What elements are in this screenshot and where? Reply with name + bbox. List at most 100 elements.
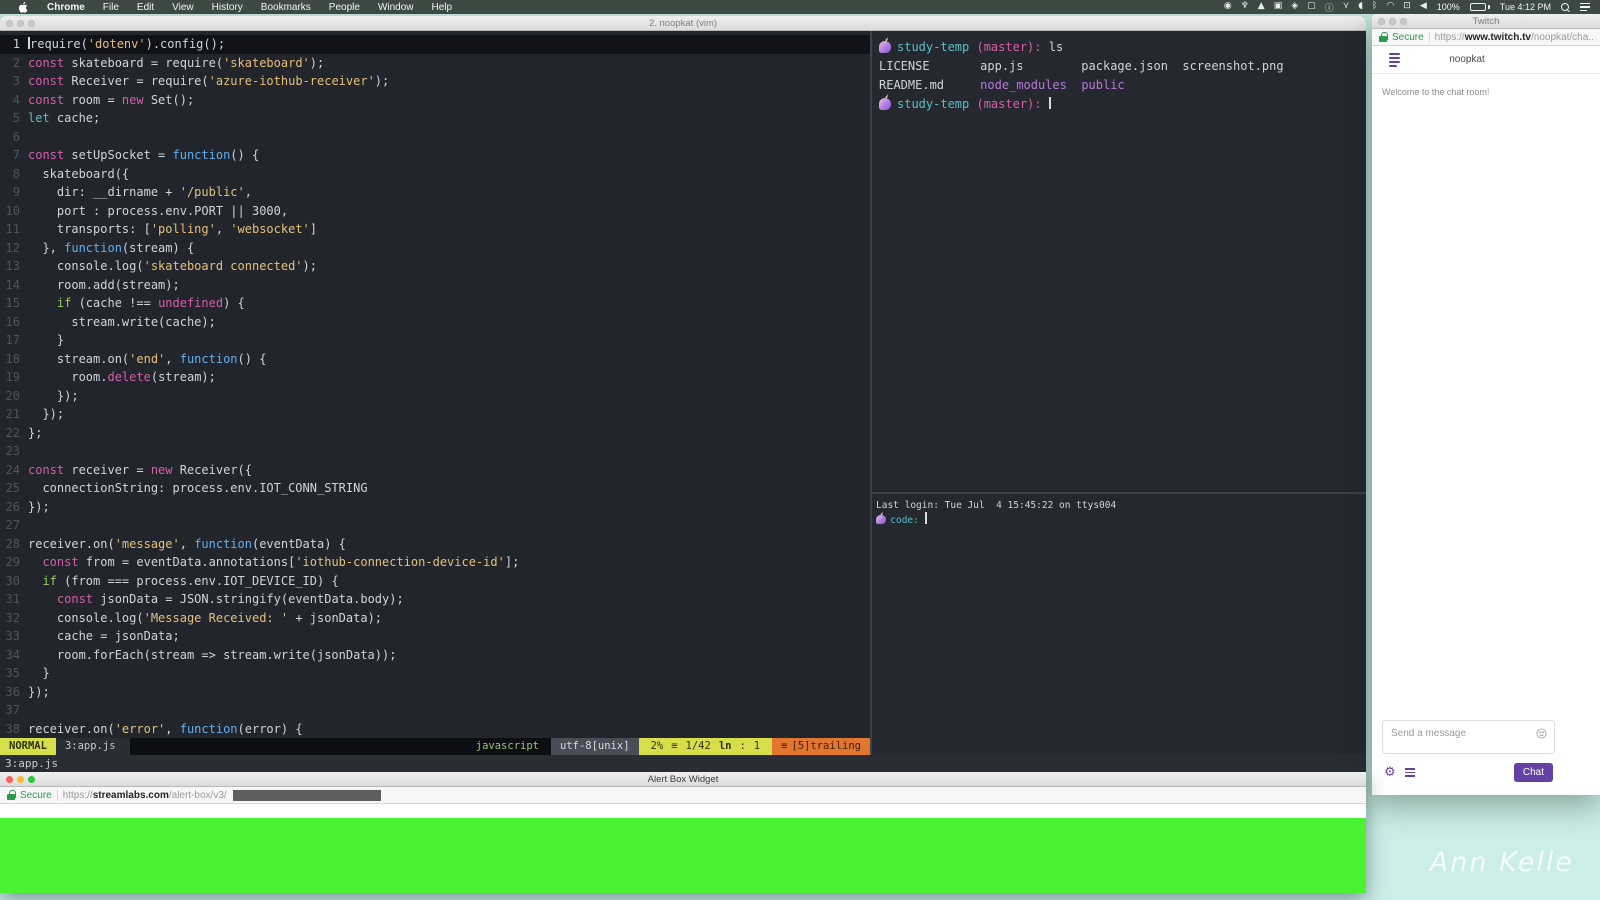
line-number: 25 — [5, 481, 20, 495]
code-token: code: — [890, 515, 925, 526]
right-panes: study-temp (master): ls LICENSE app.js pa… — [872, 31, 1366, 755]
emote-picker-icon[interactable] — [1536, 728, 1547, 739]
code-token: + jsonData); — [288, 610, 383, 625]
code-token: README.md — [879, 78, 981, 92]
twitch-url[interactable]: https://www.twitch.tv/noopkat/cha... — [1435, 32, 1593, 43]
code-line: 1 require('dotenv').config(); — [0, 35, 870, 54]
code-line: 37 — [0, 701, 870, 720]
code-token: }; — [28, 425, 43, 440]
code-token: ); — [309, 55, 325, 70]
code-line: 16 stream.write(cache); — [0, 313, 870, 332]
code-token: 'Message Received: ' — [143, 610, 289, 625]
vim-mode-indicator: NORMAL — [0, 738, 56, 755]
code-token: 'error' — [114, 721, 166, 736]
menu-item-edit[interactable]: Edit — [128, 2, 163, 13]
url-separator — [1428, 31, 1430, 43]
menu-status-icon[interactable]: ▲ — [1258, 1, 1265, 14]
menu-item-bookmarks[interactable]: Bookmarks — [252, 2, 320, 13]
shell-pane-top[interactable]: study-temp (master): ls LICENSE app.js pa… — [872, 31, 1366, 492]
code-token: (from === process.env.IOT_DEVICE_ID) { — [56, 573, 339, 588]
alert-titlebar[interactable]: Alert Box Widget — [0, 772, 1366, 787]
menu-status-icon[interactable]: ⋎ — [1343, 1, 1350, 14]
menu-status-icon[interactable]: ◀ — [1420, 1, 1427, 14]
menu-status-icon[interactable]: ᛒ — [1372, 1, 1377, 14]
spotlight-icon[interactable] — [1561, 2, 1570, 12]
twitch-url-bar[interactable]: Secure https://www.twitch.tv/noopkat/cha… — [1372, 29, 1600, 46]
line-number: 24 — [5, 462, 20, 477]
menu-status-icon[interactable]: ◈ — [1291, 1, 1298, 14]
menu-status-icon[interactable]: ◉ — [1224, 1, 1232, 14]
status-icons: ◉ ♆ ▲ ▣ ◈ ▢ ⓘ ⋎ ◖ ᛒ ◠ ⊡ ◀ — [1224, 1, 1427, 14]
menu-item-history[interactable]: History — [203, 2, 252, 13]
alert-url-bar[interactable]: Secure https://streamlabs.com/alert-box/… — [0, 787, 1366, 804]
menu-item-help[interactable]: Help — [423, 2, 462, 13]
code-token: transports: [ — [28, 222, 151, 236]
menu-status-icon[interactable]: ♆ — [1241, 1, 1249, 14]
code-line: 32 console.log('Message Received: ' + js… — [0, 609, 870, 628]
menu-status-icon[interactable]: ▢ — [1307, 1, 1316, 14]
code-line: 18 stream.on('end', function() { — [0, 350, 870, 369]
line-number: 4 — [12, 92, 20, 107]
terminal-cursor — [1048, 97, 1051, 109]
menu-item-file[interactable]: File — [94, 2, 128, 13]
unicorn-prompt-icon — [876, 514, 886, 525]
menu-left: Chrome File Edit View History Bookmarks People… — [0, 1, 462, 13]
code-line: 7 const setUpSocket = function() { — [0, 146, 870, 165]
chat-message-input[interactable]: Send a message — [1382, 720, 1555, 754]
code-token: const — [42, 555, 79, 569]
terminal-body: 1 require('dotenv').config(); 2 const skate… — [0, 31, 1366, 755]
vim-ln-label: ln — [718, 740, 732, 752]
code-token: room = — [64, 92, 122, 107]
code-line: 36}); — [0, 683, 870, 702]
code-token: , — [179, 536, 195, 551]
code-token: cache = jsonData; — [28, 629, 180, 643]
line-number: 19 — [5, 370, 20, 384]
code-token: (error) { — [237, 721, 303, 736]
twitch-titlebar[interactable]: Twitch — [1372, 14, 1600, 29]
menu-item-window[interactable]: Window — [369, 2, 423, 13]
vim-scroll-percent: 2% — [650, 740, 664, 752]
viewer-list-icon[interactable] — [1404, 768, 1415, 777]
code-token: 'dotenv' — [87, 37, 146, 51]
chat-settings-gear-icon[interactable]: ⚙ — [1384, 766, 1396, 779]
code-line: 21 }); — [0, 405, 870, 424]
code-line: 26}); — [0, 498, 870, 517]
code-token: function — [194, 536, 252, 551]
chat-message-list[interactable]: Welcome to the chat room! — [1372, 74, 1600, 720]
code-token: (stream); — [150, 370, 216, 384]
menu-item-people[interactable]: People — [320, 2, 369, 13]
chat-send-button[interactable]: Chat — [1513, 763, 1553, 782]
menu-status-icon[interactable]: ▣ — [1274, 1, 1283, 14]
code-token: function — [64, 240, 122, 255]
code-token: receiver = — [64, 462, 151, 477]
terminal-titlebar[interactable]: 2. noopkat (vim) — [0, 16, 1366, 31]
menu-status-icon[interactable]: ⊡ — [1403, 1, 1411, 14]
menu-item-chrome[interactable]: Chrome — [38, 2, 94, 13]
code-token: new — [150, 462, 173, 477]
vim-pane[interactable]: 1 require('dotenv').config(); 2 const skate… — [0, 31, 870, 755]
menu-clock[interactable]: Tue 4:12 PM — [1500, 2, 1551, 12]
apple-logo-icon[interactable] — [16, 1, 30, 13]
menu-status-icon[interactable]: ◠ — [1386, 1, 1394, 14]
alert-url[interactable]: https://streamlabs.com/alert-box/v3/ — [63, 790, 227, 801]
line-number: 23 — [5, 444, 20, 458]
menu-item-view[interactable]: View — [163, 2, 203, 13]
code-line: 22}; — [0, 424, 870, 443]
code-token: connectionString: process.env.IOT_CONN_S… — [28, 481, 368, 495]
code-line: 2 const skateboard = require('skateboard'… — [0, 54, 870, 73]
vim-statusline: NORMAL 3:app.js javascript utf-8[unix] 2… — [0, 738, 870, 755]
menu-status-icon[interactable]: ⓘ — [1325, 1, 1334, 14]
shell-pane-bottom[interactable]: Last login: Tue Jul 4 15:45:22 on ttys00… — [872, 494, 1366, 755]
menu-status-icon[interactable]: ◖ — [1358, 1, 1363, 14]
url-redaction-box — [232, 789, 381, 801]
statusline-fill — [130, 738, 467, 755]
code-line: 13 console.log('skateboard connected'); — [0, 257, 870, 276]
code-line: 35 } — [0, 664, 870, 683]
code-token: function — [172, 148, 231, 162]
code-token: if — [56, 296, 72, 310]
code-token: (master): — [976, 97, 1049, 111]
code-token: 'skateboard connected' — [143, 259, 303, 273]
notification-center-icon[interactable] — [1580, 3, 1590, 11]
vim-filetype: javascript — [475, 740, 539, 752]
